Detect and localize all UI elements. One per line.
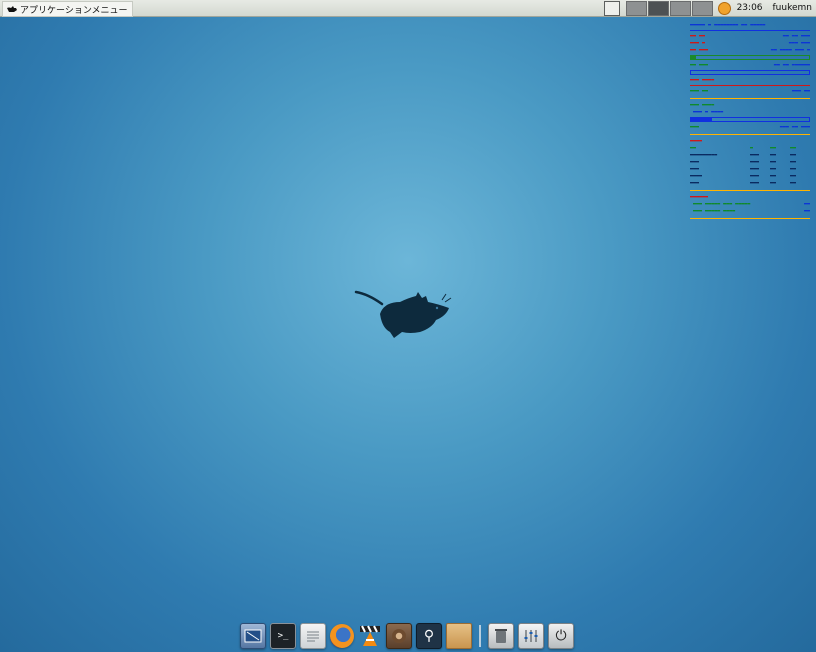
- terminal-icon[interactable]: >_: [270, 623, 296, 649]
- disk-bar: [690, 117, 810, 122]
- system-monitor-widget: ▬▬▬▬▬ ▬ ▬▬▬▬▬▬▬▬ ▬▬ ▬▬▬▬▬ ▬▬ ▬▬ ▬▬ ▬▬ ▬▬…: [690, 22, 810, 222]
- dock: >_ ⚲ ⏻: [238, 622, 576, 650]
- notes-icon[interactable]: [300, 623, 326, 649]
- settings-mixer-icon[interactable]: [518, 623, 544, 649]
- monitor-header: ▬▬▬▬▬ ▬ ▬▬▬▬▬▬▬▬ ▬▬ ▬▬▬▬▬: [690, 22, 766, 28]
- monitor-line: ▬▬ ▬▬▬ ▬▬ ▬▬ ▬▬▬▬▬▬: [690, 62, 810, 68]
- monitor-header-rule: [690, 30, 810, 31]
- search-icon[interactable]: ⚲: [416, 623, 442, 649]
- applications-menu-label: アプリケーションメニュー: [20, 5, 128, 16]
- xfce-mouse-wallpaper-icon: [354, 290, 452, 338]
- monitor-line: ▬▬▬ ▬▬▬▬: [690, 102, 715, 108]
- monitor-divider: [690, 134, 810, 135]
- notification-icon[interactable]: [717, 1, 731, 15]
- monitor-line: ▬▬ ▬▬▬ ▬▬ ▬▬▬▬ ▬▬▬ ▬: [690, 47, 810, 53]
- workspace-2[interactable]: [647, 0, 669, 16]
- monitor-line: ▬▬▬ ▬▬ ▬▬▬ ▬▬: [690, 88, 810, 94]
- monitor-line: ▬▬▬ ▬▬▬▬: [690, 77, 715, 83]
- monitor-line: ▬▬ ▬▬ ▬▬ ▬▬ ▬▬▬: [690, 33, 810, 39]
- file-manager-icon[interactable]: [446, 623, 472, 649]
- show-desktop-button[interactable]: [603, 0, 620, 16]
- xfce-mouse-icon: [7, 6, 17, 12]
- monitor-divider: [690, 98, 810, 99]
- workspace-4[interactable]: [691, 0, 713, 16]
- firefox-icon[interactable]: [330, 624, 354, 648]
- workspace-3[interactable]: [669, 0, 691, 16]
- monitor-line: ▬▬▬ ▬▬▬▬▬ ▬▬▬▬ ▬▬: [690, 208, 810, 214]
- trash-icon[interactable]: [488, 623, 514, 649]
- monitor-divider: [690, 218, 810, 219]
- monitor-line: ▬▬▬ ▬▬▬▬▬ ▬▬▬ ▬▬▬▬▬ ▬▬: [690, 201, 810, 207]
- applications-menu-button[interactable]: アプリケーションメニュー: [2, 1, 133, 17]
- memory-bar: [690, 70, 810, 75]
- monitor-line: ▬▬▬▬▬▬: [690, 194, 709, 200]
- disk-utility-icon[interactable]: [386, 623, 412, 649]
- monitor-line: ▬▬▬ ▬ ▬▬▬▬: [690, 109, 724, 115]
- monitor-line: ▬▬▬ ▬▬▬ ▬▬ ▬▬▬: [690, 124, 810, 130]
- logout-icon[interactable]: ⏻: [548, 623, 574, 649]
- screen-capture-icon[interactable]: [240, 623, 266, 649]
- workspace-1[interactable]: [625, 0, 647, 16]
- monitor-line: ▬▬▬▬: [690, 138, 703, 144]
- user-name[interactable]: fuukemn: [773, 3, 812, 13]
- vlc-icon[interactable]: [358, 624, 382, 648]
- panel-tray: 23:06 fuukemn: [603, 0, 816, 16]
- dock-separator: [479, 625, 481, 647]
- swap-bar: [690, 85, 810, 86]
- monitor-divider: [690, 190, 810, 191]
- process-table: ▬▬ ▬ ▬▬ ▬▬ ▬▬▬▬▬▬▬▬▬ ▬▬▬ ▬▬ ▬▬ ▬▬▬ ▬▬▬ ▬▬ ▬▬ ▬▬▬ ▬…: [690, 145, 797, 186]
- cpu-bar: [690, 55, 810, 60]
- clock[interactable]: 23:06: [737, 3, 763, 13]
- top-panel: アプリケーションメニュー 23:06 fuukemn: [0, 0, 816, 17]
- monitor-line: ▬▬▬ ▬ ▬▬▬ ▬▬▬: [690, 40, 810, 46]
